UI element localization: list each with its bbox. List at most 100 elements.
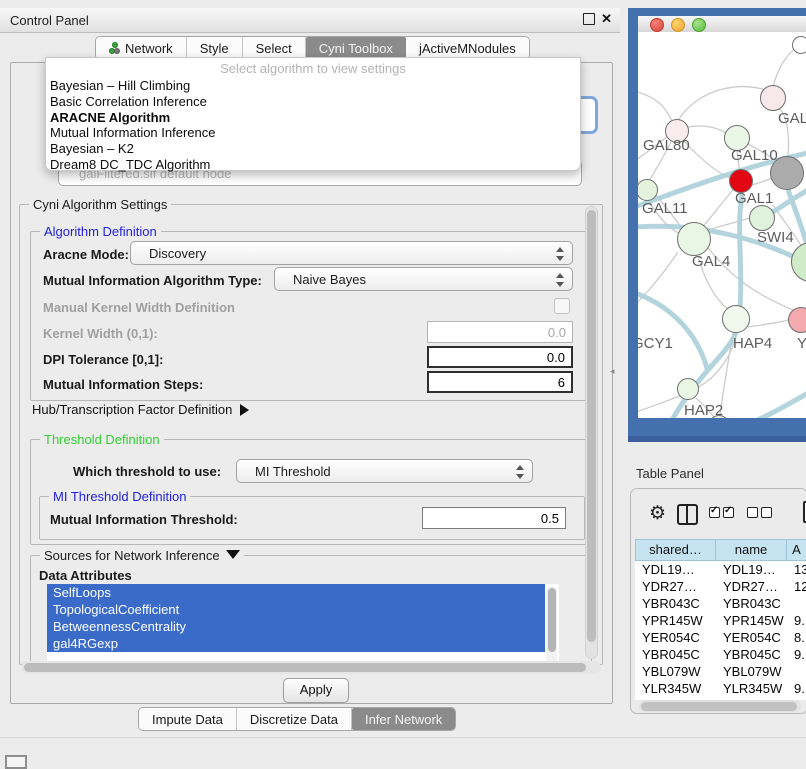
table-row[interactable]: YER054CYER054C8. [635, 629, 806, 646]
attribute-item[interactable]: SelfLoops [47, 584, 545, 601]
table-row[interactable]: YBR043CYBR043C [635, 595, 806, 612]
mi-steps-field[interactable] [427, 371, 573, 393]
control-panel-titlebar: Control Panel ✕ [0, 8, 620, 33]
table-row[interactable]: YDL19…YDL19…13 [635, 561, 806, 578]
attribute-item[interactable]: BetweennessCentrality [47, 618, 545, 635]
dpi-tolerance-label: DPI Tolerance [0,1]: [43, 352, 163, 367]
network-node[interactable] [677, 222, 711, 256]
select-all-icon[interactable] [709, 507, 734, 518]
dropdown-item[interactable]: Mutual Information Inference [46, 125, 580, 141]
zoom-traffic-light[interactable] [692, 18, 706, 32]
mi-threshold-definition-group: MI Threshold Definition Mutual Informati… [39, 496, 585, 540]
table-body: YDL19…YDL19…13YDR27…YDR27…12YBR043CYBR04… [635, 561, 806, 700]
tab-infer-network[interactable]: Infer Network [352, 708, 455, 730]
list-scrollbar[interactable] [546, 586, 557, 664]
table-cell: 9. [787, 612, 806, 629]
tab-label: Select [256, 41, 292, 56]
dropdown-item[interactable]: Bayesian – Hill Climbing [46, 78, 580, 94]
tab-label: Network [125, 41, 173, 56]
network-canvas[interactable]: GALGAL80GAL10GAL1GAL11SWI4GAL4GCY1HAP4YH… [638, 32, 806, 418]
sources-title: Sources for Network Inference [44, 548, 220, 563]
apply-button[interactable]: Apply [283, 678, 349, 703]
table-cell [787, 595, 806, 612]
attribute-item[interactable]: TopologicalCoefficient [47, 601, 545, 618]
expand-triangle-icon [240, 404, 249, 416]
tab-discretize-data[interactable]: Discretize Data [237, 708, 352, 730]
column-header[interactable]: shared… [635, 539, 716, 561]
splitter-collapse-icon[interactable]: ◂ [610, 366, 615, 377]
which-threshold-combo[interactable]: MI Threshold [236, 459, 533, 483]
mi-threshold-definition-title: MI Threshold Definition [49, 489, 190, 504]
column-layout-icon[interactable] [677, 504, 698, 525]
table-toolbar: ⚙ [637, 503, 806, 527]
table-cell: YBL079W [716, 663, 787, 680]
sources-title-row[interactable]: Sources for Network Inference [40, 548, 244, 563]
network-icon [109, 42, 120, 54]
dock-chip-icon[interactable] [5, 755, 27, 769]
float-window-icon[interactable] [583, 13, 595, 25]
data-attributes-label: Data Attributes [39, 568, 132, 583]
aracne-mode-combo[interactable]: Discovery [130, 241, 573, 265]
tab-label: Infer Network [365, 712, 442, 727]
attribute-item[interactable]: gal4RGexp [47, 635, 545, 652]
table-cell: YDR27… [716, 578, 787, 595]
deselect-all-icon[interactable] [747, 507, 772, 518]
table-cell: YBR045C [635, 646, 716, 663]
settings-vertical-scrollbar[interactable] [585, 206, 598, 659]
tab-label: Style [200, 41, 229, 56]
tab-select[interactable]: Select [243, 37, 306, 59]
manual-kernel-checkbox [554, 298, 570, 314]
mi-algorithm-type-combo[interactable]: Naive Bayes [274, 267, 573, 291]
table-horizontal-scrollbar[interactable] [639, 700, 801, 712]
table-cell: YER054C [635, 629, 716, 646]
mi-threshold-field[interactable] [422, 507, 566, 529]
table-row[interactable]: YDR27…YDR27…12 [635, 578, 806, 595]
tab-network[interactable]: Network [96, 37, 187, 59]
gear-icon[interactable]: ⚙ [649, 503, 666, 525]
tab-impute-data[interactable]: Impute Data [139, 708, 237, 730]
table-cell: 9. [787, 680, 806, 697]
which-threshold-value: MI Threshold [255, 464, 331, 479]
settings-horizontal-scrollbar[interactable] [21, 661, 601, 674]
table-row[interactable]: YPR145WYPR145W9. [635, 612, 806, 629]
combo-arrows-icon [556, 272, 564, 288]
table-row[interactable]: YBR045CYBR045C9. [635, 646, 806, 663]
tab-label: Cyni Toolbox [319, 41, 393, 56]
algorithm-dropdown-popup: Select algorithm to view settings Bayesi… [45, 57, 581, 171]
settings-group-title: Cyni Algorithm Settings [29, 197, 171, 212]
table-cell: 9. [787, 646, 806, 663]
dropdown-item[interactable]: ARACNE Algorithm [46, 110, 580, 126]
close-traffic-light[interactable] [650, 18, 664, 32]
mi-threshold-label: Mutual Information Threshold: [50, 512, 238, 527]
combo-arrows-icon [556, 246, 564, 262]
tab-cyni-toolbox[interactable]: Cyni Toolbox [306, 37, 406, 59]
table-cell: YBL079W [635, 663, 716, 680]
tab-style[interactable]: Style [187, 37, 243, 59]
close-icon[interactable]: ✕ [601, 13, 612, 25]
network-node[interactable] [722, 305, 750, 333]
dropdown-item[interactable]: Bayesian – K2 [46, 141, 580, 157]
which-threshold-label: Which threshold to use: [73, 464, 221, 479]
table-cell: YDL19… [716, 561, 787, 578]
threshold-definition-group: Threshold Definition Which threshold to … [30, 439, 592, 545]
network-node[interactable] [749, 205, 775, 231]
dropdown-list: Bayesian – Hill ClimbingBasic Correlatio… [46, 78, 580, 173]
column-header[interactable]: A [787, 539, 806, 561]
node-label: HAP4 [733, 335, 772, 352]
network-node[interactable] [792, 36, 806, 54]
hub-section-label: Hub/Transcription Factor Definition [32, 402, 232, 417]
dpi-tolerance-field[interactable] [427, 346, 573, 368]
network-window-titlebar[interactable] [638, 16, 806, 33]
table-panel: ⚙ shared…nameA YDL19…YDL19…13YDR27…YDR27… [630, 488, 806, 714]
network-node[interactable] [677, 378, 699, 400]
minimize-traffic-light[interactable] [671, 18, 685, 32]
column-header[interactable]: name [716, 539, 787, 561]
network-node[interactable] [770, 156, 804, 190]
hub-section-toggle[interactable]: Hub/Transcription Factor Definition [32, 402, 249, 417]
table-row[interactable]: YLR345WYLR345W9. [635, 680, 806, 697]
dropdown-item[interactable]: Basic Correlation Inference [46, 94, 580, 110]
tab-jactivemnodules[interactable]: jActiveMNodules [406, 37, 529, 59]
table-row[interactable]: YBL079WYBL079W [635, 663, 806, 680]
dropdown-item[interactable]: Dream8 DC_TDC Algorithm [46, 157, 580, 173]
network-node[interactable] [760, 85, 786, 111]
